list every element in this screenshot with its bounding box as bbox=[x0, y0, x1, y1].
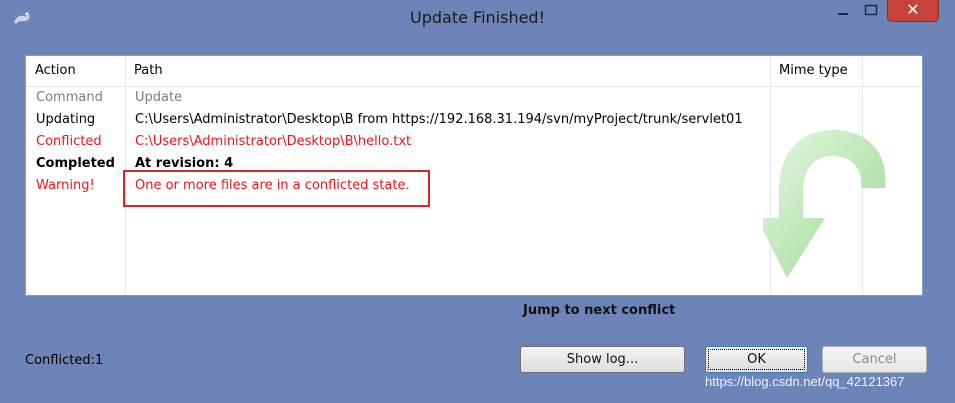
column-header-action[interactable]: Action bbox=[26, 56, 125, 86]
row-path: C:\Users\Administrator\Desktop\B\hello.t… bbox=[135, 134, 412, 149]
annotation-highlight-box bbox=[123, 170, 430, 207]
row-action: Completed bbox=[36, 156, 115, 171]
minimize-icon bbox=[838, 13, 848, 15]
watermark-text: https://blog.csdn.net/qq_42121367 bbox=[705, 374, 905, 389]
row-path: C:\Users\Administrator\Desktop\B from ht… bbox=[135, 112, 743, 127]
ok-button[interactable]: OK bbox=[705, 346, 808, 373]
list-row[interactable]: Updating C:\Users\Administrator\Desktop\… bbox=[26, 109, 922, 131]
maximize-icon bbox=[864, 4, 878, 16]
column-header-path[interactable]: Path bbox=[125, 56, 770, 86]
update-results-list[interactable]: Action Path Mime type Command Update Upd… bbox=[25, 55, 923, 296]
update-finished-dialog: Update Finished! ✕ Action Path Mime type bbox=[0, 0, 955, 403]
status-text: Conflicted:1 bbox=[25, 353, 104, 368]
list-row[interactable]: Command Update bbox=[26, 87, 922, 109]
row-action: Command bbox=[36, 90, 103, 105]
row-action: Warning! bbox=[36, 178, 95, 193]
row-path: Update bbox=[135, 90, 183, 105]
maximize-button[interactable] bbox=[858, 0, 884, 22]
show-log-button[interactable]: Show log... bbox=[520, 346, 685, 373]
minimize-button[interactable] bbox=[830, 0, 856, 22]
row-action: Updating bbox=[36, 112, 96, 127]
window-title: Update Finished! bbox=[410, 8, 545, 27]
column-header-mime-type[interactable]: Mime type bbox=[770, 56, 862, 86]
list-row[interactable]: Conflicted C:\Users\Administrator\Deskto… bbox=[26, 131, 922, 153]
list-header: Action Path Mime type bbox=[26, 56, 922, 87]
title-bar: Update Finished! ✕ bbox=[0, 0, 955, 38]
jump-to-next-conflict-link[interactable]: Jump to next conflict bbox=[523, 303, 675, 318]
close-icon: ✕ bbox=[906, 0, 920, 19]
close-button[interactable]: ✕ bbox=[887, 0, 939, 22]
row-action: Conflicted bbox=[36, 134, 102, 149]
cancel-button[interactable]: Cancel bbox=[822, 346, 927, 373]
